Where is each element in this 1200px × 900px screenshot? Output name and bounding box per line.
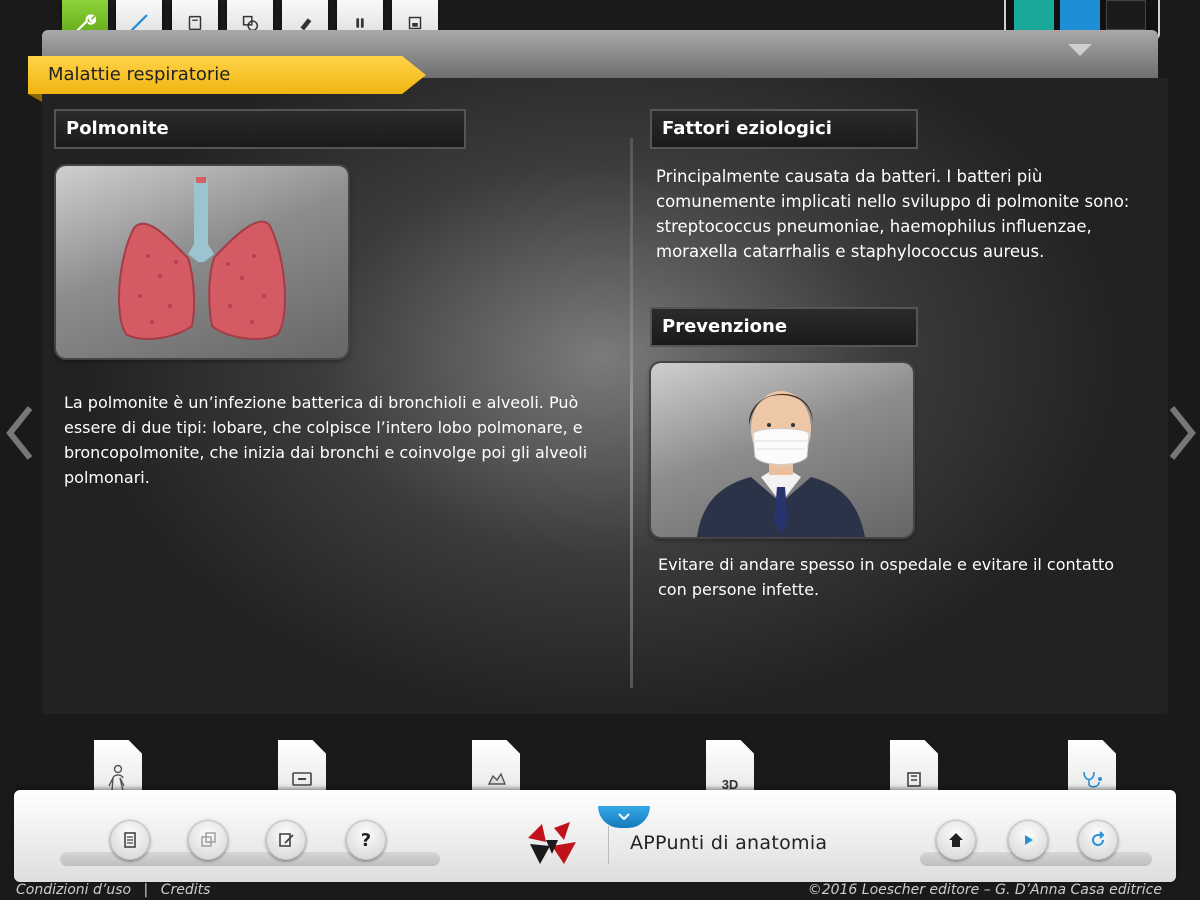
prevenzione-description: Evitare di andare spesso in ospedale e e… bbox=[658, 555, 1115, 599]
reload-button[interactable] bbox=[1078, 820, 1118, 860]
chevron-down-icon bbox=[618, 813, 630, 821]
lungs-illustration bbox=[56, 166, 348, 358]
edit-button[interactable] bbox=[266, 820, 306, 860]
section-title-prevenzione: Prevenzione bbox=[650, 307, 918, 347]
footer-separator: | bbox=[143, 882, 149, 898]
monitor-icon bbox=[292, 772, 312, 786]
color-swatch-teal[interactable] bbox=[1014, 0, 1054, 30]
chevron-right-icon bbox=[1169, 406, 1196, 460]
palette-pointer bbox=[1068, 44, 1092, 56]
previous-page-arrow[interactable] bbox=[4, 404, 34, 462]
column-divider bbox=[630, 138, 633, 688]
home-button[interactable] bbox=[936, 820, 976, 860]
document-icon bbox=[124, 832, 136, 848]
play-button[interactable] bbox=[1008, 820, 1048, 860]
ribbon-fold bbox=[28, 94, 42, 102]
body-icon bbox=[108, 764, 125, 792]
publisher-logo bbox=[524, 820, 580, 866]
page-title: Malattie respiratorie bbox=[28, 56, 426, 94]
edit-icon bbox=[279, 833, 294, 847]
help-button[interactable]: ? bbox=[346, 820, 386, 860]
next-page-arrow[interactable] bbox=[1168, 404, 1198, 462]
hand-icon bbox=[487, 772, 507, 785]
color-swatch-blue[interactable] bbox=[1060, 0, 1100, 30]
home-icon bbox=[949, 833, 963, 847]
copy-button[interactable] bbox=[188, 820, 228, 860]
copyright: ©2016 Loescher editore – G. D’Anna Casa … bbox=[807, 882, 1162, 898]
polmonite-description: La polmonite è un’infezione batterica di… bbox=[64, 393, 588, 487]
stethoscope-icon bbox=[1083, 771, 1102, 788]
fattori-description: Principalmente causata da batteri. I bat… bbox=[656, 167, 1130, 261]
lungs-icon bbox=[118, 177, 286, 341]
footer-links: Condizioni d’uso | Credits bbox=[16, 880, 210, 900]
man-with-mask-illustration bbox=[651, 363, 913, 537]
refresh-icon bbox=[1092, 831, 1105, 846]
copy-icon bbox=[201, 832, 216, 847]
help-label: ? bbox=[360, 829, 372, 851]
logo-icon bbox=[528, 822, 576, 864]
notes-button[interactable] bbox=[110, 820, 150, 860]
chevron-left-icon bbox=[6, 406, 33, 460]
book-icon bbox=[907, 772, 921, 787]
logo-separator bbox=[608, 826, 609, 864]
credits-link[interactable]: Credits bbox=[161, 882, 211, 898]
color-swatch-black[interactable] bbox=[1106, 0, 1146, 30]
terms-link[interactable]: Condizioni d’uso bbox=[16, 882, 131, 898]
app-title: APPunti di anatomia bbox=[630, 832, 828, 854]
man-with-mask-icon bbox=[697, 391, 865, 537]
section-title-fattori-eziologici: Fattori eziologici bbox=[650, 109, 918, 149]
play-icon bbox=[1025, 835, 1033, 845]
section-title-polmonite: Polmonite bbox=[54, 109, 466, 149]
